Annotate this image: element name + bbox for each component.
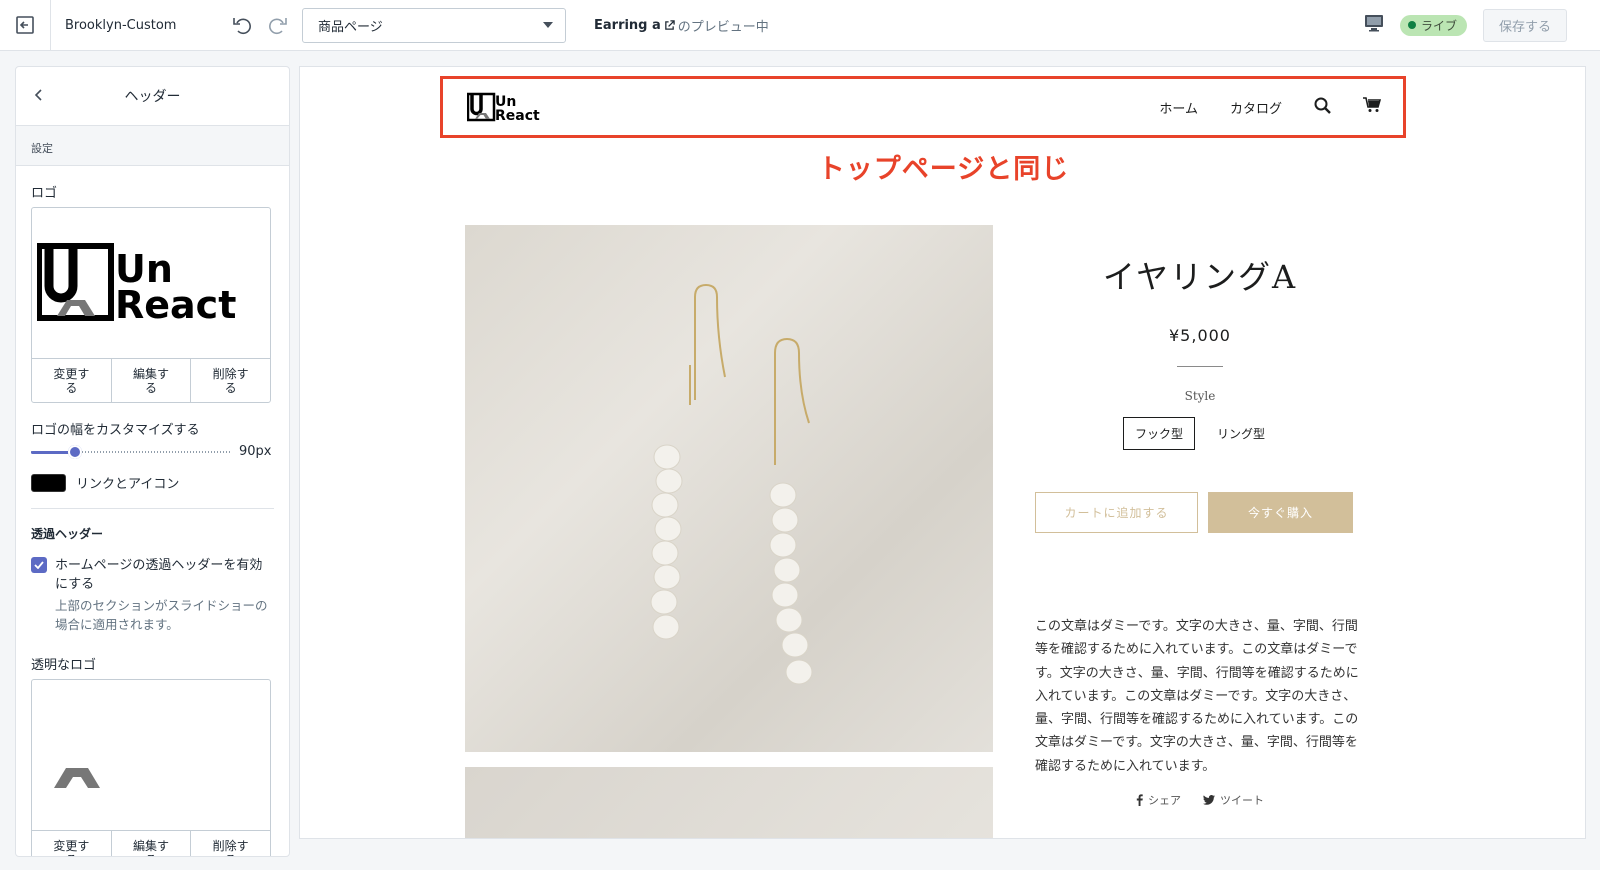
share-label: シェア [1148,794,1181,808]
share-facebook[interactable]: シェア [1136,792,1181,808]
annotation-label: トップページと同じ [817,154,1070,185]
transparent-logo-picker: 変更する 編集する 削除する [31,679,271,857]
theme-name: Brooklyn-Custom [65,17,177,33]
product-title: イヤリングA [1102,258,1298,296]
exit-button[interactable] [0,0,51,51]
unreact-logo: Un React [467,92,540,122]
logo-width-slider[interactable] [31,444,231,459]
page-select-value: 商品ページ [318,19,383,35]
live-dot-icon [1407,21,1416,29]
unreact-logo: Un React [37,243,236,324]
sidebar-header: ヘッダー [16,67,289,126]
logo-width-value: 90px [239,444,272,459]
buy-now-button[interactable]: 今すぐ購入 [1208,492,1353,533]
transparent-logo-change-button[interactable]: 変更する [32,831,112,856]
redo-icon [269,18,287,35]
svg-text:React: React [115,283,236,324]
store-header: Un React ホーム カタログ [440,76,1406,138]
logo-width-slider-row: 90px [31,444,274,459]
transparent-header-option: ホームページの透過ヘッダーを有効にする 上部のセクションがスライドショーの場合に… [31,556,274,634]
sidebar-title: ヘッダー [124,89,181,105]
preview-status: Earring a のプレビュー中 [594,16,769,35]
live-badge-label: ライブ [1420,18,1457,33]
transparent-logo-label: 透明なロゴ [31,658,97,673]
link-color-row: リンクとアイコン [31,473,274,492]
product-info: イヤリングA ¥5,000 Style フック型 リング型 カートに追加する 今… [1035,252,1365,808]
product-price: ¥5,000 [1169,326,1231,345]
share-twitter[interactable]: ツイート [1203,792,1264,808]
transparent-header-help: 上部のセクションがスライドショーの場合に適用されます。 [55,598,268,632]
redo-button[interactable] [266,13,290,37]
editor-topbar: Brooklyn-Custom 商品ページ Earring a のプレビュー中 … [0,0,1600,51]
product-image[interactable] [465,225,993,752]
nav-catalog[interactable]: カタログ [1230,98,1282,117]
svg-text:React: React [495,108,540,122]
logo-delete-button[interactable]: 削除する [191,359,270,402]
caret-down-icon [543,22,553,28]
store-logo[interactable]: Un React [467,92,551,122]
nav-home[interactable]: ホーム [1159,98,1198,117]
transparent-logo-delete-button[interactable]: 削除する [191,831,270,857]
transparent-header-checkbox[interactable] [31,557,47,573]
link-color-swatch[interactable] [31,473,66,492]
store-nav: ホーム カタログ [1159,97,1382,118]
unreact-logo-mark [54,768,100,788]
transparent-header-heading: 透過ヘッダー [31,527,104,541]
price-divider [1177,366,1223,367]
facebook-icon [1136,794,1143,807]
external-link-icon[interactable] [664,19,675,31]
cart-icon [1363,97,1382,112]
tweet-label: ツイート [1220,794,1264,808]
undo-button[interactable] [230,13,254,37]
product-image-secondary[interactable] [465,767,993,838]
store-preview: Un React ホーム カタログ トップページと同じ イヤリングA ¥5,00… [299,66,1586,839]
device-toggle[interactable] [1364,14,1384,36]
transparent-logo-preview [32,680,270,831]
divider [31,508,274,509]
live-badge: ライブ [1399,14,1467,36]
variant-options: フック型 リング型 [1035,417,1365,450]
slider-thumb[interactable] [68,444,83,459]
variant-ring[interactable]: リング型 [1205,417,1277,450]
variant-hook[interactable]: フック型 [1122,417,1195,450]
search-icon [1314,97,1331,114]
add-to-cart-button[interactable]: カートに追加する [1035,492,1198,533]
variant-label: Style [1184,389,1216,403]
link-color-label: リンクとアイコン [76,477,180,492]
logo-picker: Un React 変更する 編集する 削除する [31,207,271,403]
undo-icon [233,18,251,35]
product-description: この文章はダミーです。文字の大きさ、量、字間、行間等を確認するために入れています… [1035,619,1359,774]
logo-label: ロゴ [31,186,58,201]
desktop-icon [1364,15,1383,32]
logo-edit-button[interactable]: 編集する [112,359,192,402]
page-select[interactable]: 商品ページ [302,7,566,43]
settings-section-label: 設定 [16,126,289,166]
exit-icon [16,16,34,34]
transparent-header-checkbox-label[interactable]: ホームページの透過ヘッダーを有効にする [55,556,274,594]
transparent-logo-edit-button[interactable]: 編集する [112,831,192,856]
social-share: シェア ツイート [1035,792,1365,808]
store-search-button[interactable] [1314,97,1331,118]
logo-change-button[interactable]: 変更する [32,359,112,402]
chevron-left-icon [34,89,42,101]
back-button[interactable] [30,87,46,103]
checkmark-icon [34,561,44,569]
twitter-icon [1203,795,1215,805]
preview-product-link[interactable]: Earring a [594,18,661,33]
settings-sidebar: ヘッダー 設定 ロゴ Un React 変更する 編集する 削除する ロゴの幅を… [15,66,290,857]
save-button[interactable]: 保存する [1482,8,1567,42]
logo-preview: Un React [32,208,270,359]
earrings-photo [650,283,813,685]
store-cart-button[interactable] [1363,97,1382,117]
logo-width-label: ロゴの幅をカスタマイズする [31,423,200,438]
preview-suffix: のプレビュー中 [677,19,769,35]
